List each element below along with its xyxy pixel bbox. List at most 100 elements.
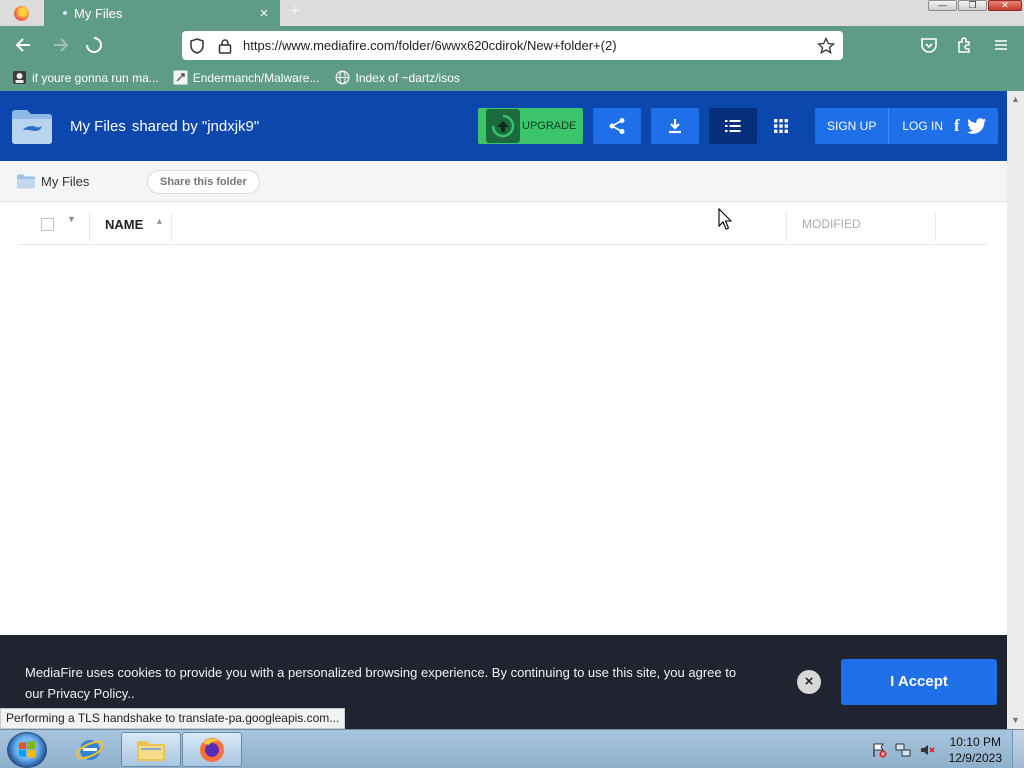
- upgrade-label: UPGRADE: [522, 120, 577, 132]
- download-button[interactable]: [651, 108, 699, 144]
- vertical-scrollbar[interactable]: ▲ ▼: [1007, 91, 1024, 729]
- folder-icon: [17, 174, 35, 189]
- browser-status-text: Performing a TLS handshake to translate-…: [0, 708, 346, 729]
- taskbar-file-explorer[interactable]: [121, 732, 181, 767]
- auth-buttons: SIGN UP LOG IN f: [815, 108, 998, 144]
- page-viewport: My Files shared by "jndxjk9" UPGRADE SIGN…: [0, 91, 1007, 729]
- page-title: My Files shared by "jndxjk9": [70, 118, 259, 135]
- download-icon: [669, 119, 681, 134]
- mediafire-folder-logo[interactable]: [10, 107, 54, 145]
- column-divider: [935, 213, 936, 241]
- file-explorer-icon: [137, 740, 165, 761]
- mediafire-header: My Files shared by "jndxjk9" UPGRADE SIGN…: [0, 91, 1007, 161]
- lock-icon[interactable]: [218, 38, 232, 54]
- url-text[interactable]: https://www.mediafire.com/folder/6wwx620…: [243, 38, 817, 53]
- tracking-shield-icon[interactable]: [190, 37, 204, 54]
- person-icon: [13, 71, 26, 84]
- column-divider: [171, 213, 172, 241]
- address-bar[interactable]: https://www.mediafire.com/folder/6wwx620…: [182, 31, 843, 60]
- grid-view-icon: [774, 119, 788, 133]
- facebook-icon[interactable]: f: [954, 116, 960, 136]
- breadcrumb: My Files Share this folder: [0, 161, 1007, 202]
- browser-nav-bar: https://www.mediafire.com/folder/6wwx620…: [0, 26, 1024, 64]
- pocket-icon[interactable]: [920, 36, 938, 54]
- tab-close-icon[interactable]: ×: [254, 5, 274, 22]
- shared-by-label: shared by "jndxjk9": [131, 118, 260, 135]
- sign-up-button[interactable]: SIGN UP: [815, 108, 890, 144]
- bookmark-label: if youre gonna run ma...: [32, 70, 159, 85]
- volume-muted-icon[interactable]: [919, 742, 935, 758]
- list-view-icon: [725, 120, 741, 132]
- sort-ascending-icon[interactable]: ▲: [155, 216, 164, 226]
- breadcrumb-label: My Files: [41, 173, 90, 189]
- scroll-up-arrow-icon[interactable]: ▲: [1007, 91, 1024, 108]
- column-divider: [786, 213, 787, 241]
- taskbar-clock[interactable]: 10:10 PM 12/9/2023: [949, 734, 1002, 766]
- taskbar-internet-explorer[interactable]: [60, 732, 120, 767]
- window-controls: — ❐ ✕: [928, 0, 1022, 11]
- file-list-header: ▼ NAME ▲ MODIFIED: [18, 202, 988, 245]
- window-close-button[interactable]: ✕: [988, 0, 1022, 11]
- modified-column-header[interactable]: MODIFIED: [802, 217, 861, 231]
- mouse-cursor-icon: [718, 208, 732, 230]
- maximize-button[interactable]: ❐: [958, 0, 987, 11]
- bookmark-star-icon[interactable]: [817, 36, 835, 55]
- loading-spinner-icon: [86, 37, 102, 53]
- share-icon: [609, 118, 625, 134]
- windows-logo-icon: [19, 741, 35, 758]
- clock-date: 12/9/2023: [948, 750, 1002, 765]
- scroll-down-arrow-icon[interactable]: ▼: [1007, 712, 1024, 729]
- show-desktop-button[interactable]: [1012, 730, 1024, 768]
- system-tray: 10:10 PM 12/9/2023: [871, 730, 1024, 768]
- start-button[interactable]: [7, 732, 47, 768]
- stop-loading-button[interactable]: [83, 34, 105, 56]
- network-icon[interactable]: [895, 742, 911, 758]
- bookmark-item[interactable]: Endermanch/Malware...: [173, 70, 320, 85]
- share-button[interactable]: [593, 108, 641, 144]
- log-in-button[interactable]: LOG IN: [889, 119, 943, 133]
- back-button[interactable]: [13, 34, 35, 56]
- forward-arrow-icon: [54, 38, 69, 52]
- action-center-flag-icon[interactable]: [871, 742, 887, 758]
- tab-title: My Files: [74, 5, 123, 21]
- forward-button[interactable]: [49, 34, 71, 56]
- new-tab-button[interactable]: +: [290, 1, 300, 21]
- tab-loading-dot: [63, 11, 67, 15]
- column-divider: [89, 213, 90, 241]
- extensions-icon[interactable]: [956, 36, 974, 54]
- globe-icon: [336, 70, 350, 85]
- cookie-close-icon[interactable]: ×: [797, 670, 821, 694]
- hamburger-menu-icon[interactable]: [992, 36, 1010, 54]
- select-all-checkbox[interactable]: [41, 218, 54, 231]
- folder-title: My Files: [70, 118, 126, 135]
- bookmark-item[interactable]: if youre gonna run ma...: [12, 70, 159, 85]
- upgrade-icon: [486, 109, 520, 143]
- github-icon: [173, 70, 188, 85]
- taskbar-firefox[interactable]: [182, 732, 242, 767]
- chevron-down-icon[interactable]: ▼: [67, 214, 76, 224]
- bookmark-label: Endermanch/Malware...: [192, 70, 320, 85]
- firefox-menu-button[interactable]: [0, 0, 42, 26]
- back-arrow-icon: [15, 38, 30, 52]
- upgrade-button[interactable]: UPGRADE: [478, 108, 583, 144]
- bookmarks-bar: if youre gonna run ma... Endermanch/Malw…: [0, 64, 1024, 91]
- bookmark-item[interactable]: Index of ~dartz/isos: [335, 70, 460, 85]
- tab-my-files[interactable]: My Files ×: [44, 0, 280, 26]
- browser-tab-bar: My Files × + — ❐ ✕: [0, 0, 1024, 26]
- list-view-button[interactable]: [709, 108, 757, 144]
- minimize-button[interactable]: —: [928, 0, 957, 11]
- windows-taskbar: 10:10 PM 12/9/2023: [0, 729, 1024, 768]
- accept-cookies-button[interactable]: I Accept: [841, 659, 997, 705]
- share-folder-button[interactable]: Share this folder: [147, 170, 260, 194]
- name-column-header[interactable]: NAME: [105, 217, 143, 232]
- firefox-icon: [200, 737, 224, 762]
- twitter-icon[interactable]: [966, 117, 987, 135]
- firefox-icon: [13, 5, 29, 21]
- bookmark-label: Index of ~dartz/isos: [355, 70, 460, 85]
- cookie-message: MediaFire uses cookies to provide you wi…: [25, 665, 737, 701]
- internet-explorer-icon: [76, 739, 104, 760]
- breadcrumb-my-files[interactable]: My Files: [16, 173, 89, 189]
- clock-time: 10:10 PM: [949, 734, 1001, 749]
- toolbar-icons: [920, 36, 1010, 54]
- grid-view-button[interactable]: [757, 108, 805, 144]
